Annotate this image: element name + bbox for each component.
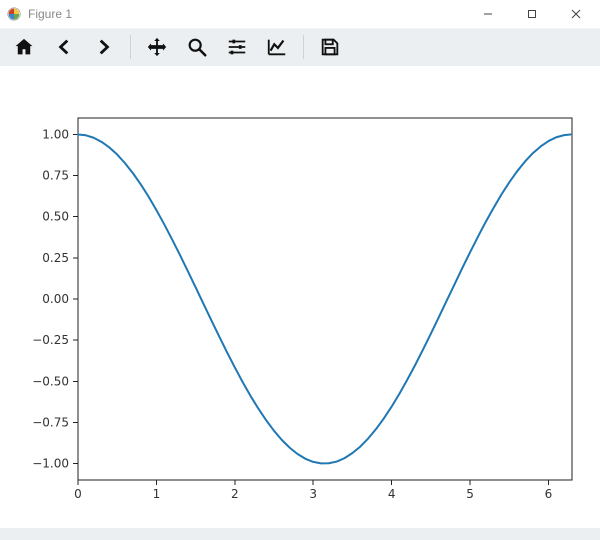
forward-button[interactable]: [84, 30, 124, 64]
window-minimize-button[interactable]: [466, 0, 510, 28]
x-tick-label: 3: [309, 487, 317, 501]
axes: 0 1 2 3 4 5 6 −1.00 −0.75 −0.50 −0.25 0.00 0.25 0.50 0…: [0, 66, 600, 528]
line-series: [78, 134, 570, 463]
y-tick-label: 1.00: [42, 127, 69, 141]
window-maximize-button[interactable]: [510, 0, 554, 28]
x-tick-label: 6: [545, 487, 553, 501]
app-icon: [6, 6, 22, 22]
x-tick-label: 4: [388, 487, 396, 501]
y-tick-label: −0.50: [32, 374, 69, 388]
back-button[interactable]: [44, 30, 84, 64]
toolbar-separator: [130, 35, 131, 59]
pan-button[interactable]: [137, 30, 177, 64]
y-tick-label: 0.00: [42, 292, 69, 306]
window-title: Figure 1: [28, 7, 72, 21]
axes-edit-icon: [266, 36, 288, 58]
configure-subplots-button[interactable]: [217, 30, 257, 64]
y-tick-label: −0.75: [32, 415, 69, 429]
status-bar: [0, 528, 600, 540]
y-tick-label: 0.50: [42, 210, 69, 224]
sliders-icon: [226, 36, 248, 58]
y-tick-label: 0.75: [42, 169, 69, 183]
save-button[interactable]: [310, 30, 350, 64]
window-close-button[interactable]: [554, 0, 598, 28]
home-icon: [13, 36, 35, 58]
move-icon: [146, 36, 168, 58]
forward-icon: [93, 36, 115, 58]
save-icon: [319, 36, 341, 58]
toolbar-separator: [303, 35, 304, 59]
window-titlebar: Figure 1: [0, 0, 600, 28]
y-tick-label: −1.00: [32, 457, 69, 471]
zoom-icon: [186, 36, 208, 58]
back-icon: [53, 36, 75, 58]
y-tick-label: −0.25: [32, 333, 69, 347]
x-tick-label: 2: [231, 487, 239, 501]
x-tick-label: 5: [466, 487, 474, 501]
matplotlib-toolbar: [0, 28, 600, 66]
x-tick-label: 0: [74, 487, 82, 501]
figure-canvas[interactable]: 0 1 2 3 4 5 6 −1.00 −0.75 −0.50 −0.25 0.00 0.25 0.50 0…: [0, 66, 600, 528]
zoom-button[interactable]: [177, 30, 217, 64]
y-tick-label: 0.25: [42, 251, 69, 265]
home-button[interactable]: [4, 30, 44, 64]
x-tick-label: 1: [153, 487, 161, 501]
edit-axes-button[interactable]: [257, 30, 297, 64]
